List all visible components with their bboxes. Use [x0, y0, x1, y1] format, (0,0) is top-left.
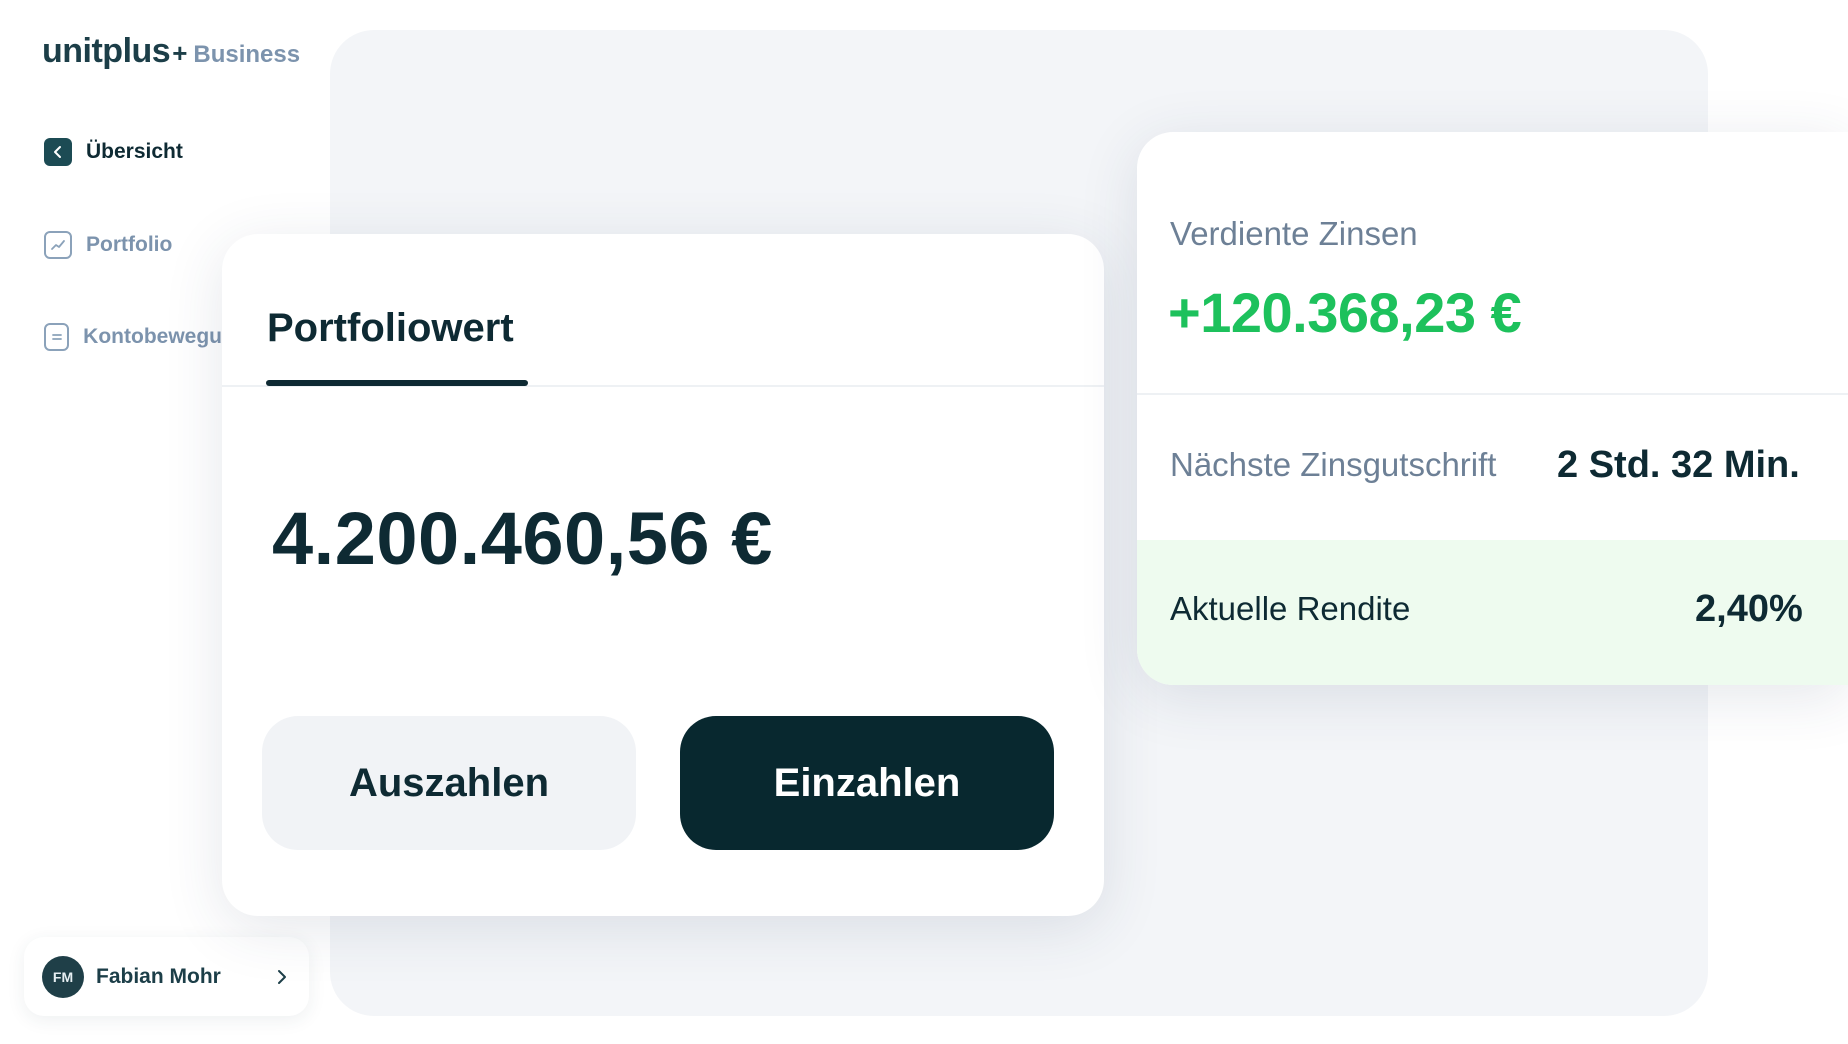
current-yield-value: 2,40%	[1695, 588, 1803, 630]
sidebar-item-portfolio[interactable]: Portfolio	[44, 231, 172, 259]
list-icon	[44, 323, 70, 351]
deposit-button[interactable]: Einzahlen	[680, 716, 1054, 850]
brand-logo[interactable]: unitplus + Business	[42, 32, 300, 71]
brand-sub: Business	[193, 41, 301, 68]
next-credit-value: 2 Std. 32 Min.	[1557, 444, 1800, 486]
sidebar-item-uebersicht[interactable]: Übersicht	[44, 138, 183, 166]
chevron-right-icon	[278, 969, 286, 984]
collapse-sidebar-icon	[44, 138, 72, 166]
sidebar-item-label: Übersicht	[86, 140, 183, 163]
portfolio-value: 4.200.460,56 €	[272, 497, 773, 580]
earned-interest-label: Verdiente Zinsen	[1170, 215, 1418, 252]
brand-name: unitplus	[42, 32, 171, 70]
portfolio-card: Portfoliowert 4.200.460,56 € Auszahlen E…	[222, 234, 1104, 916]
interest-card: Verdiente Zinsen +120.368,23 € Nächste Z…	[1137, 132, 1848, 685]
card-divider	[1137, 393, 1848, 395]
next-credit-label: Nächste Zinsgutschrift	[1170, 446, 1497, 483]
current-yield-row: Aktuelle Rendite 2,40%	[1137, 540, 1848, 685]
user-menu[interactable]: FM Fabian Mohr	[24, 937, 309, 1016]
sidebar-item-label: Portfolio	[86, 233, 173, 256]
brand-mark: +	[172, 38, 188, 68]
chart-trend-icon	[44, 231, 72, 259]
user-name: Fabian Mohr	[96, 964, 221, 988]
active-tab-indicator	[266, 380, 528, 386]
tab-portfoliowert[interactable]: Portfoliowert	[267, 306, 514, 351]
avatar: FM	[42, 955, 84, 998]
current-yield-label: Aktuelle Rendite	[1170, 590, 1411, 627]
withdraw-button[interactable]: Auszahlen	[262, 716, 636, 850]
earned-interest-value: +120.368,23 €	[1168, 281, 1522, 344]
sidebar-item-label: Kontobewegu	[83, 325, 222, 348]
sidebar-item-kontobewegungen[interactable]: Kontobewegu	[44, 323, 222, 351]
